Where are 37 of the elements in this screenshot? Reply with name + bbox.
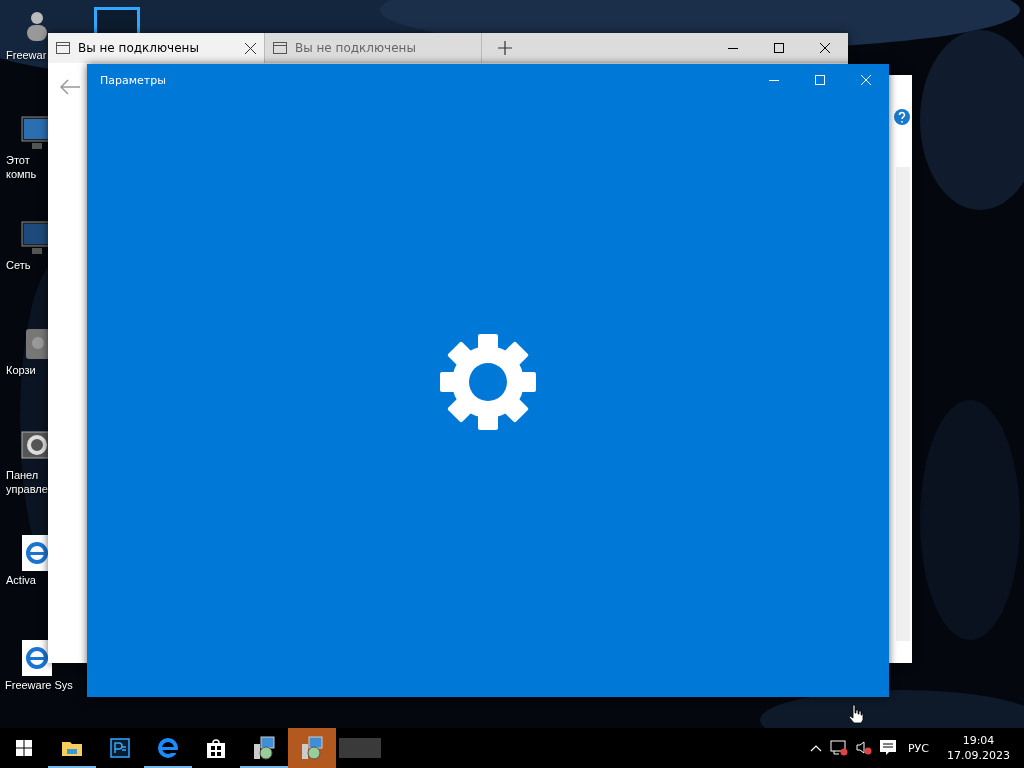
desktop-icon-label[interactable]: Корзи — [6, 363, 36, 377]
window-thumbnail-icon — [339, 738, 381, 758]
close-icon — [820, 43, 830, 53]
clock-date[interactable]: 17.09.2023 — [947, 748, 1010, 763]
tab-title: Вы не подключены — [78, 41, 199, 55]
notification-icon[interactable] — [880, 740, 896, 756]
minimize-icon — [769, 79, 779, 81]
page-icon — [273, 42, 287, 54]
close-icon[interactable] — [245, 42, 256, 54]
back-arrow-icon[interactable] — [60, 79, 80, 95]
desktop-icon-label[interactable]: Этот компь — [6, 153, 50, 181]
folder-icon — [61, 739, 83, 757]
bag-icon — [206, 737, 226, 759]
installer-icon — [300, 736, 324, 760]
volume-muted-icon[interactable] — [856, 740, 872, 756]
desktop-icon-label[interactable]: Freeware Sys — [5, 678, 73, 692]
gear-icon — [439, 332, 537, 431]
clock-time[interactable]: 19:04 — [962, 733, 995, 748]
desktop-icon-label[interactable]: Панел управле — [6, 468, 50, 496]
close-icon — [861, 75, 871, 85]
desktop-icon-label[interactable]: Activa — [6, 573, 36, 587]
windows-icon — [16, 740, 32, 756]
window-title: Параметры — [100, 73, 166, 87]
desktop-icon-label[interactable]: Сеть — [6, 258, 31, 272]
maximize-icon — [774, 43, 784, 53]
network-error-icon[interactable] — [830, 740, 848, 756]
page-icon — [56, 42, 70, 54]
hand-cursor-icon — [848, 704, 864, 724]
minimize-icon — [728, 47, 738, 49]
plus-icon — [498, 41, 512, 55]
browser-tab[interactable]: Вы не подключены — [48, 33, 265, 63]
desktop-icon-label[interactable]: Freewar — [6, 48, 47, 62]
language-indicator[interactable]: РУС — [908, 741, 929, 755]
installer-icon — [252, 736, 276, 760]
tab-title: Вы не подключены — [295, 41, 416, 55]
maximize-icon — [815, 75, 825, 85]
chevron-up-icon[interactable] — [810, 744, 822, 752]
